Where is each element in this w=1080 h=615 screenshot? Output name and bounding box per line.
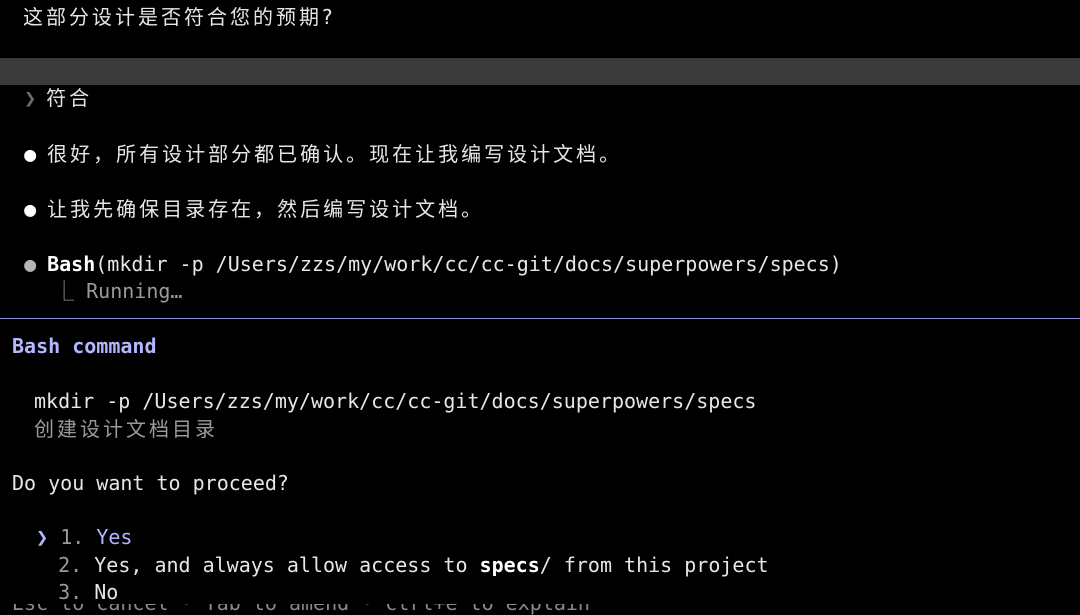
chevron-right-icon: ❯	[24, 86, 37, 110]
option-label-after: / from this project	[539, 553, 769, 577]
bullet-icon: ●	[24, 197, 37, 221]
selected-answer-bar	[0, 58, 1080, 85]
tool-args: (mkdir -p /Users/zzs/my/work/cc/cc-git/d…	[95, 252, 842, 276]
option-label: No	[94, 580, 119, 604]
question-text: 这部分设计是否符合您的预期?	[23, 5, 336, 29]
option-yes-always[interactable]: 2. Yes, and always allow access to specs…	[34, 525, 769, 579]
status-corner-icon: ⎿	[54, 279, 75, 303]
selected-answer-text: 符合	[46, 86, 93, 110]
command-text: mkdir -p /Users/zzs/my/work/cc/cc-git/do…	[34, 389, 757, 413]
option-label-bold: specs	[479, 553, 540, 577]
assistant-message: ● 让我先确保目录存在，然后编写设计文档。	[0, 169, 484, 223]
assistant-message: ● 很好，所有设计部分都已确认。现在让我编写设计文档。	[0, 114, 622, 168]
message-text: 让我先确保目录存在，然后编写设计文档。	[47, 197, 485, 221]
command-description: 创建设计文档目录	[34, 417, 218, 441]
option-label-before: Yes, and always allow access to	[94, 553, 480, 577]
proceed-question: Do you want to proceed?	[12, 471, 289, 495]
option-no[interactable]: 3. No	[34, 552, 118, 606]
selected-answer: ❯ 符合	[0, 58, 92, 112]
option-number: 3.	[58, 580, 83, 604]
footer-hint-container: Esc to cancel · Tab to amend · ctrl+e to…	[0, 604, 1080, 615]
tool-status: ⎿ Running…	[30, 251, 182, 305]
footer-hint: Esc to cancel · Tab to amend · ctrl+e to…	[12, 604, 590, 615]
bullet-icon: ●	[24, 142, 37, 166]
message-text: 很好，所有设计部分都已确认。现在让我编写设计文档。	[47, 142, 623, 166]
panel-divider	[0, 318, 1080, 319]
panel-title: Bash command	[12, 334, 157, 358]
status-text: Running…	[86, 279, 183, 303]
